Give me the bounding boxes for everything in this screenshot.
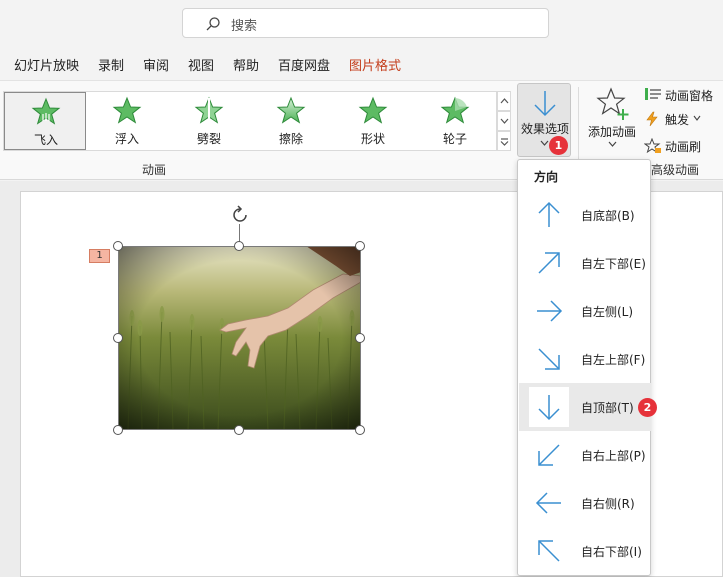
chevron-down-icon <box>608 141 617 147</box>
search-placeholder: 搜索 <box>231 19 258 34</box>
lightning-icon <box>646 111 658 127</box>
effect-options-label: 效果选项 <box>520 122 569 136</box>
animation-pane-label: 动画窗格 <box>665 89 714 103</box>
gallery-more[interactable] <box>497 131 511 151</box>
resize-handle-left[interactable] <box>113 333 123 343</box>
direction-label: 自顶部(T) <box>581 401 634 415</box>
arrow-down-right-icon <box>538 348 560 370</box>
animation-gallery: 飞入 浮入 劈裂 擦除 形状 轮子 <box>3 91 497 151</box>
star-split-icon <box>194 96 224 124</box>
add-star-icon <box>596 87 629 120</box>
resize-handle-bottom[interactable] <box>234 425 244 435</box>
wheat-field-hand-image <box>118 246 361 430</box>
star-float-in-icon <box>112 96 142 124</box>
animation-wipe[interactable]: 擦除 <box>250 92 332 150</box>
menu-picture-format[interactable]: 图片格式 <box>349 55 401 74</box>
animation-label: 劈裂 <box>196 132 221 146</box>
group-label-animation: 动画 <box>142 163 167 177</box>
animation-label: 形状 <box>360 132 385 146</box>
resize-handle-bottom-right[interactable] <box>355 425 365 435</box>
direction-dropdown: 方向 自底部(B) 自左下部(E) 自左侧(L) 自左上部(F) 自顶部(T) … <box>517 159 651 576</box>
animation-label: 浮入 <box>114 132 139 146</box>
search-icon <box>206 17 220 31</box>
group-label-advanced-animation: 高级动画 <box>651 163 700 177</box>
arrow-up-icon <box>538 201 560 227</box>
resize-handle-top-left[interactable] <box>113 241 123 251</box>
add-animation-button[interactable]: 添加动画 <box>584 85 640 157</box>
resize-handle-top-right[interactable] <box>355 241 365 251</box>
menu-help[interactable]: 帮助 <box>233 55 259 74</box>
star-fly-in-icon <box>31 97 61 125</box>
title-bar: 搜索 <box>0 0 723 46</box>
animation-pane-icon <box>645 88 661 100</box>
arrow-up-right-icon <box>538 252 560 274</box>
animation-label: 飞入 <box>33 133 58 147</box>
direction-label: 自右侧(R) <box>581 497 635 511</box>
add-animation-label: 添加动画 <box>587 125 636 139</box>
direction-label: 自左侧(L) <box>581 305 634 319</box>
animation-shape[interactable]: 形状 <box>332 92 414 150</box>
arrow-down-icon <box>538 395 560 421</box>
gallery-scroll-down[interactable] <box>497 111 511 131</box>
animation-label: 轮子 <box>442 132 467 146</box>
animation-fly-in[interactable]: 飞入 <box>4 92 86 150</box>
trigger-label: 触发 <box>665 113 690 127</box>
menu-view[interactable]: 视图 <box>188 55 214 74</box>
resize-handle-right[interactable] <box>355 333 365 343</box>
resize-handle-bottom-left[interactable] <box>113 425 123 435</box>
arrow-up-left-icon <box>538 540 560 562</box>
direction-label: 自右上部(P) <box>581 449 646 463</box>
animation-order-tag[interactable]: 1 <box>89 249 110 263</box>
more-icon <box>500 138 509 146</box>
direction-from-top-left[interactable]: 自左上部(F) <box>519 335 651 383</box>
menu-baidu-netdisk[interactable]: 百度网盘 <box>278 55 330 74</box>
arrow-down-left-icon <box>538 444 560 466</box>
resize-handle-top[interactable] <box>234 241 244 251</box>
step-badge-1: 1 <box>549 136 568 155</box>
animation-painter-label: 动画刷 <box>665 140 702 154</box>
star-wheel-icon <box>440 96 470 124</box>
chevron-up-icon <box>500 98 509 104</box>
direction-from-bottom-left[interactable]: 自左下部(E) <box>519 239 651 287</box>
animation-float-in[interactable]: 浮入 <box>86 92 168 150</box>
direction-from-bottom[interactable]: 自底部(B) <box>519 191 651 239</box>
animation-label: 擦除 <box>278 132 303 146</box>
wheat-photo[interactable] <box>118 246 361 430</box>
dropdown-title: 方向 <box>534 170 559 184</box>
direction-label: 自左上部(F) <box>581 353 646 367</box>
chevron-down-icon <box>500 118 509 124</box>
chevron-down-icon <box>540 140 549 146</box>
animation-split[interactable]: 劈裂 <box>168 92 250 150</box>
chevron-down-icon <box>693 115 701 121</box>
direction-from-right[interactable]: 自右侧(R) <box>519 479 651 527</box>
star-wipe-icon <box>276 96 306 124</box>
animation-wheel[interactable]: 轮子 <box>414 92 496 150</box>
direction-from-left[interactable]: 自左侧(L) <box>519 287 651 335</box>
step-badge-2: 2 <box>638 398 657 417</box>
arrow-down-icon <box>534 91 556 117</box>
menu-record[interactable]: 录制 <box>98 55 124 74</box>
search-box[interactable]: 搜索 <box>182 8 549 38</box>
star-shape-icon <box>358 96 388 124</box>
menu-bar: 幻灯片放映 录制 审阅 视图 帮助 百度网盘 图片格式 <box>0 46 723 80</box>
menu-review[interactable]: 审阅 <box>143 55 169 74</box>
direction-from-top-right[interactable]: 自右上部(P) <box>519 431 651 479</box>
gallery-scroll-up[interactable] <box>497 91 511 111</box>
direction-label: 自左下部(E) <box>581 257 646 271</box>
direction-from-top[interactable]: 自顶部(T) <box>519 383 651 431</box>
arrow-left-icon <box>535 492 561 514</box>
arrow-right-icon <box>537 300 563 322</box>
direction-label: 自底部(B) <box>581 209 635 223</box>
animation-painter-icon <box>644 138 661 154</box>
direction-from-bottom-right[interactable]: 自右下部(I) <box>519 527 651 575</box>
direction-label: 自右下部(I) <box>581 545 642 559</box>
rotate-icon[interactable] <box>229 204 251 226</box>
menu-slideshow[interactable]: 幻灯片放映 <box>14 55 79 74</box>
